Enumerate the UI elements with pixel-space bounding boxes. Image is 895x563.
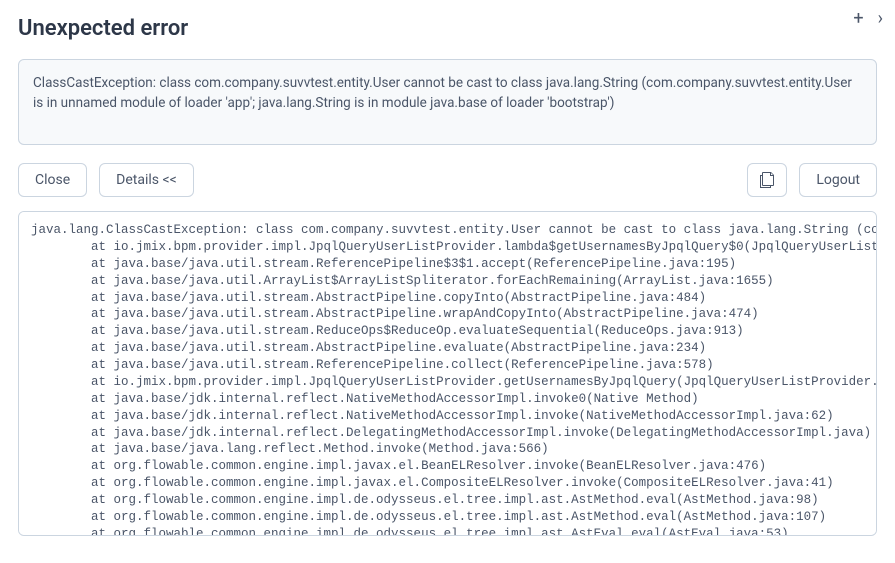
button-row: Close Details << Logout [18,163,877,197]
copy-button[interactable] [747,163,787,197]
copy-icon [760,172,774,188]
stacktrace-container[interactable]: java.lang.ClassCastException: class com.… [18,211,877,536]
plus-icon[interactable]: + [853,8,863,29]
chevron-right-icon[interactable]: › [878,8,883,29]
close-button[interactable]: Close [18,163,87,197]
dialog-title: Unexpected error [18,16,877,41]
stacktrace-text: java.lang.ClassCastException: class com.… [19,212,876,536]
error-message-box: ClassCastException: class com.company.su… [18,59,877,145]
error-message-text: ClassCastException: class com.company.su… [33,74,862,113]
logout-button[interactable]: Logout [799,163,877,197]
details-button[interactable]: Details << [99,163,194,197]
